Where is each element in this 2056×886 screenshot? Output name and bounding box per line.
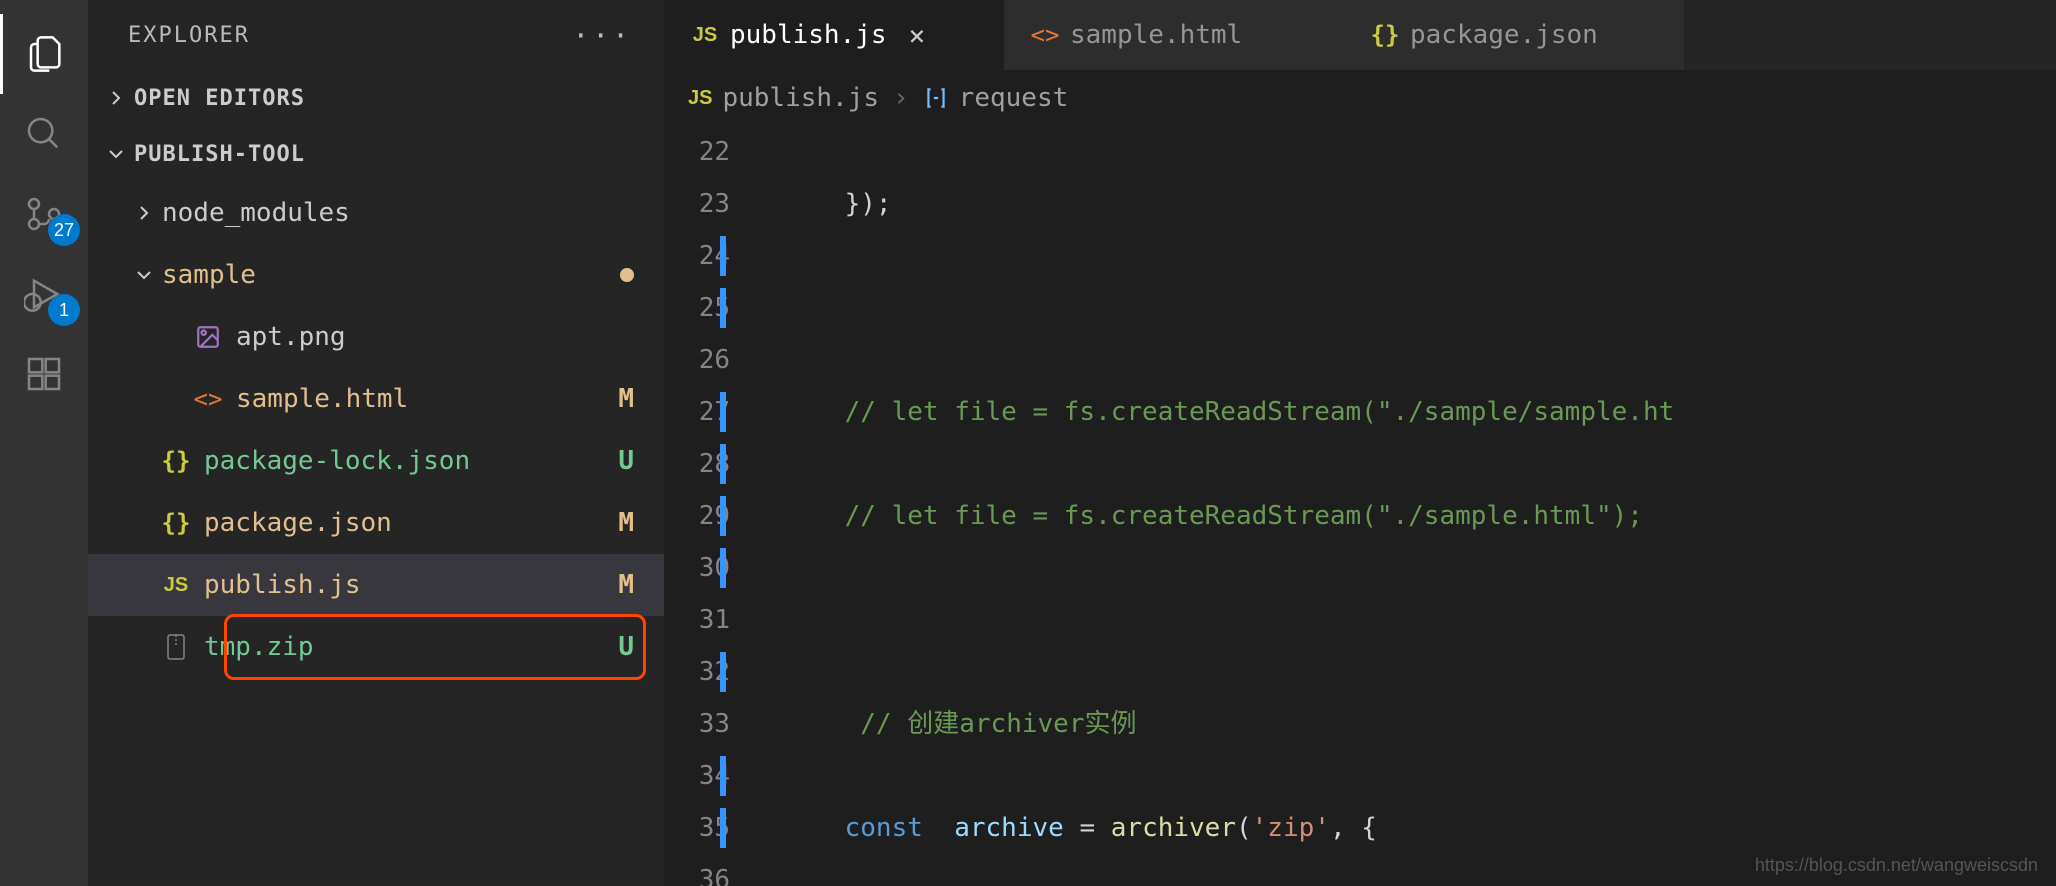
tab-package-json[interactable]: {} package.json [1344,0,1684,70]
tree-file-package-lock[interactable]: {} package-lock.json U [88,430,664,492]
search-activity[interactable] [0,94,88,174]
git-status-u: U [618,446,634,476]
tree-item-label: sample [162,260,620,290]
js-icon: JS [162,571,190,599]
scm-activity[interactable]: 27 [0,174,88,254]
sidebar-title: EXPLORER [128,23,250,48]
chevron-right-icon: › [893,83,909,113]
chevron-right-icon [104,86,128,110]
git-status-m: M [618,384,634,414]
tree-file-sample-html[interactable]: <> sample.html M [88,368,664,430]
tab-label: sample.html [1070,20,1242,50]
tab-sample-html[interactable]: <> sample.html [1004,0,1344,70]
extensions-icon [24,354,64,394]
files-icon [26,34,66,74]
chevron-down-icon [104,142,128,166]
chevron-right-icon [132,201,156,225]
more-actions-icon[interactable]: ··· [572,19,632,52]
explorer-sidebar: EXPLORER ··· OPEN EDITORS PUBLISH-TOOL n… [88,0,664,886]
json-icon: {} [162,509,190,537]
code-content[interactable]: }); // let file = fs.createReadStream(".… [772,126,2056,886]
tree-file-tmp-zip[interactable]: tmp.zip U [88,616,664,678]
html-icon: <> [1032,22,1058,48]
close-icon[interactable]: × [909,19,926,52]
search-icon [24,114,64,154]
tree-item-label: sample.html [236,384,618,414]
open-editors-label: OPEN EDITORS [134,86,305,111]
git-status-m: M [618,570,634,600]
json-icon: {} [162,447,190,475]
html-icon: <> [194,385,222,413]
open-editors-section[interactable]: OPEN EDITORS [88,70,664,126]
watermark: https://blog.csdn.net/wangweiscsdn [1755,855,2038,876]
tree-item-label: node_modules [162,198,634,228]
breadcrumb[interactable]: JS publish.js › request [664,70,2056,126]
file-tree: node_modules sample apt.png <> sample.ht… [88,182,664,886]
activity-bar: 27 1 [0,0,88,886]
js-icon: JS [692,22,718,48]
sidebar-header: EXPLORER ··· [88,0,664,70]
image-icon [194,323,222,351]
editor-tabs: JS publish.js × <> sample.html {} packag… [664,0,2056,70]
tree-item-label: tmp.zip [204,632,618,662]
tree-item-label: publish.js [204,570,618,600]
tree-file-apt-png[interactable]: apt.png [88,306,664,368]
tree-item-label: apt.png [236,322,634,352]
debug-activity[interactable]: 1 [0,254,88,334]
tree-folder-sample[interactable]: sample [88,244,664,306]
tab-label: package.json [1410,20,1598,50]
tree-file-publish-js[interactable]: JS publish.js M [88,554,664,616]
scm-badge: 27 [48,214,80,246]
project-section[interactable]: PUBLISH-TOOL [88,126,664,182]
editor-area: JS publish.js × <> sample.html {} packag… [664,0,2056,886]
code-editor[interactable]: 22 23 24 25 26 27 28 29 30 31 32 33 34 3… [664,126,2056,886]
tab-publish-js[interactable]: JS publish.js × [664,0,1004,70]
json-icon: {} [1372,22,1398,48]
extensions-activity[interactable] [0,334,88,414]
tree-item-label: package-lock.json [204,446,618,476]
symbol-icon [923,85,949,111]
git-status-m: M [618,508,634,538]
js-icon: JS [688,87,712,110]
breadcrumb-file: publish.js [722,83,879,113]
chevron-down-icon [132,263,156,287]
tree-folder-node-modules[interactable]: node_modules [88,182,664,244]
tree-file-package-json[interactable]: {} package.json M [88,492,664,554]
line-numbers: 22 23 24 25 26 27 28 29 30 31 32 33 34 3… [664,126,772,886]
project-label: PUBLISH-TOOL [134,142,305,167]
breadcrumb-symbol: request [959,83,1069,113]
modified-dot-icon [620,268,634,282]
explorer-activity[interactable] [0,14,88,94]
git-status-u: U [618,632,634,662]
zip-icon [162,633,190,661]
tree-item-label: package.json [204,508,618,538]
tab-label: publish.js [730,20,887,50]
debug-badge: 1 [48,294,80,326]
